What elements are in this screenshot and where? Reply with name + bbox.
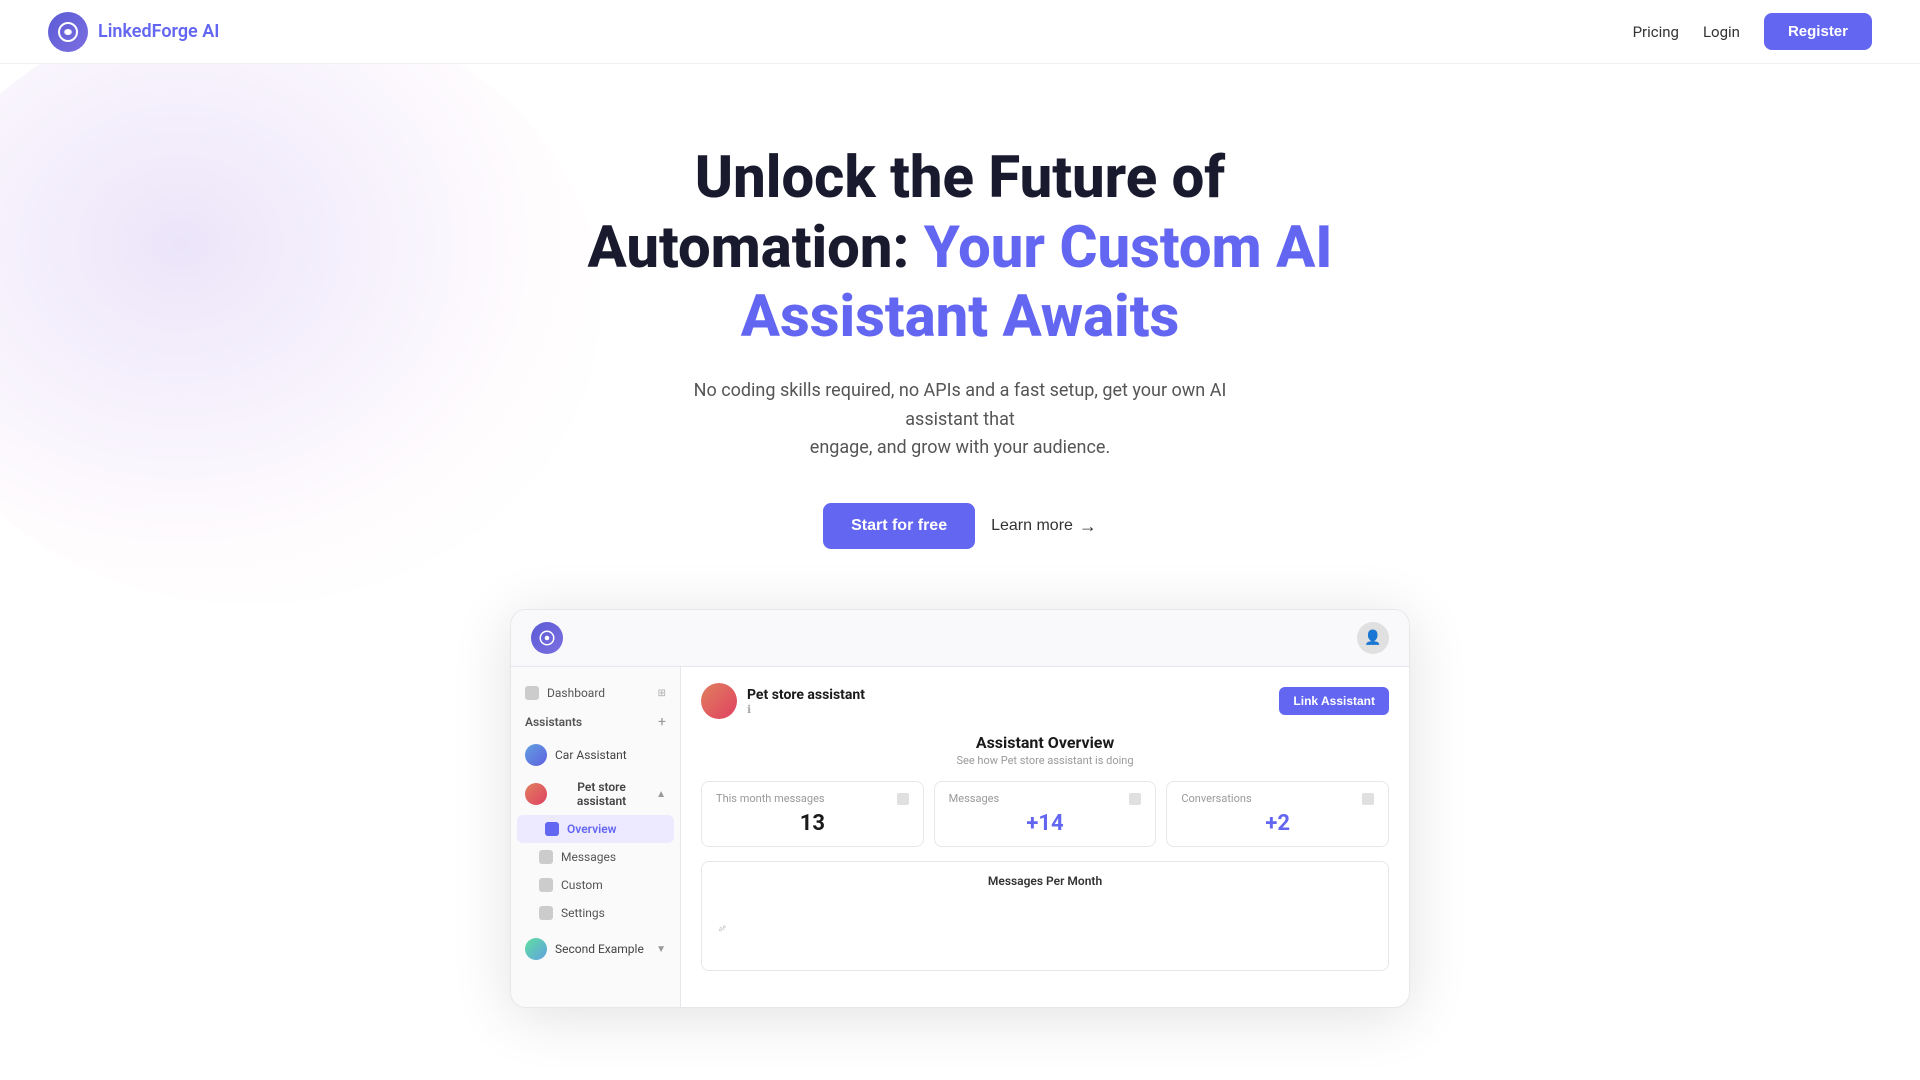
settings-icon: [539, 906, 553, 920]
dashboard-preview: 👤 Dashboard ⊞ Assistants + Car Assist: [510, 609, 1410, 1008]
pet-assistant-label: Pet store assistant: [555, 780, 648, 808]
stat-icon-messages-count: [1129, 793, 1141, 805]
arrow-icon: →: [1079, 516, 1097, 537]
stat-card-messages: This month messages 13: [701, 781, 924, 847]
assistant-main-avatar: [701, 683, 737, 719]
dashboard-icon-grid: ⊞: [658, 688, 666, 699]
pricing-link[interactable]: Pricing: [1633, 23, 1679, 41]
stat-label-conversations: Conversations: [1181, 792, 1374, 805]
sidebar-sub-custom[interactable]: Custom: [511, 871, 680, 899]
assistant-name-block: Pet store assistant ℹ: [747, 687, 865, 716]
chart-container: %: [716, 898, 1374, 958]
learn-more-button[interactable]: Learn more →: [991, 516, 1097, 537]
overview-subtitle: See how Pet store assistant is doing: [701, 754, 1389, 767]
dashboard-sidebar: Dashboard ⊞ Assistants + Car Assistant: [511, 667, 681, 1007]
logo-icon: [48, 12, 88, 52]
navbar: LinkedForge AI Pricing Login Register: [0, 0, 1920, 64]
assistant-title-row: Pet store assistant ℹ: [701, 683, 865, 719]
car-assistant-avatar: [525, 744, 547, 766]
sidebar-sub-messages[interactable]: Messages: [511, 843, 680, 871]
stat-label-messages-count: Messages: [949, 792, 1142, 805]
stat-label-messages: This month messages: [716, 792, 909, 805]
sidebar-item-pet-assistant[interactable]: Pet store assistant ▲: [511, 773, 680, 815]
chart-bars: [734, 898, 778, 958]
overview-icon: [545, 822, 559, 836]
dashboard-icon: [525, 686, 539, 700]
dashboard-body: Dashboard ⊞ Assistants + Car Assistant: [511, 667, 1409, 1007]
assistant-header: Pet store assistant ℹ Link Assistant: [701, 683, 1389, 719]
assistant-name: Pet store assistant: [747, 687, 865, 703]
stat-value-messages-count: +14: [949, 811, 1142, 836]
stats-row: This month messages 13 Messages +14: [701, 781, 1389, 847]
hero-subtitle: No coding skills required, no APIs and a…: [660, 377, 1260, 463]
stat-icon-conversations: [1362, 793, 1374, 805]
chart-y-label: %: [716, 898, 726, 958]
dashboard-topbar: 👤: [511, 610, 1409, 667]
chart-title: Messages Per Month: [716, 874, 1374, 888]
second-example-label: Second Example: [555, 942, 644, 956]
sidebar-sub-settings[interactable]: Settings: [511, 899, 680, 927]
stat-card-messages-count: Messages +14: [934, 781, 1157, 847]
stat-icon-messages: [897, 793, 909, 805]
login-link[interactable]: Login: [1703, 23, 1740, 41]
stat-card-conversations: Conversations +2: [1166, 781, 1389, 847]
hero-buttons: Start for free Learn more →: [40, 503, 1880, 549]
register-button[interactable]: Register: [1764, 13, 1872, 50]
chart-section: Messages Per Month %: [701, 861, 1389, 971]
stat-value-messages: 13: [716, 811, 909, 836]
brand-logo[interactable]: LinkedForge AI: [48, 12, 219, 52]
messages-icon: [539, 850, 553, 864]
sidebar-item-car-assistant[interactable]: Car Assistant: [511, 737, 680, 773]
stat-value-conversations: +2: [1181, 811, 1374, 836]
dashboard-user-avatar: 👤: [1357, 622, 1389, 654]
collapse-icon: ▲: [656, 789, 666, 800]
hero-headline: Unlock the Future of Automation: Your Cu…: [40, 144, 1880, 353]
assistant-subtitle: ℹ: [747, 703, 865, 716]
assistants-section-label: Assistants: [525, 715, 582, 729]
car-assistant-label: Car Assistant: [555, 748, 627, 762]
brand-name: LinkedForge AI: [98, 21, 219, 42]
link-assistant-button[interactable]: Link Assistant: [1279, 687, 1389, 715]
dashboard-logo-icon: [531, 622, 563, 654]
add-assistant-icon[interactable]: +: [658, 714, 666, 730]
nav-actions: Pricing Login Register: [1633, 13, 1872, 50]
custom-icon: [539, 878, 553, 892]
pet-assistant-avatar: [525, 783, 547, 805]
start-for-free-button[interactable]: Start for free: [823, 503, 975, 549]
hero-section: Unlock the Future of Automation: Your Cu…: [0, 64, 1920, 1068]
sidebar-item-second-example[interactable]: Second Example ▼: [511, 931, 680, 967]
sidebar-item-dashboard[interactable]: Dashboard ⊞: [511, 679, 680, 707]
sidebar-sub-overview[interactable]: Overview: [517, 815, 674, 843]
overview-title: Assistant Overview: [701, 733, 1389, 752]
second-example-avatar: [525, 938, 547, 960]
second-collapse-icon: ▼: [656, 944, 666, 955]
info-icon: ℹ: [747, 703, 751, 716]
hero-content: Unlock the Future of Automation: Your Cu…: [40, 144, 1880, 549]
dashboard-main-content: Pet store assistant ℹ Link Assistant Ass…: [681, 667, 1409, 1007]
